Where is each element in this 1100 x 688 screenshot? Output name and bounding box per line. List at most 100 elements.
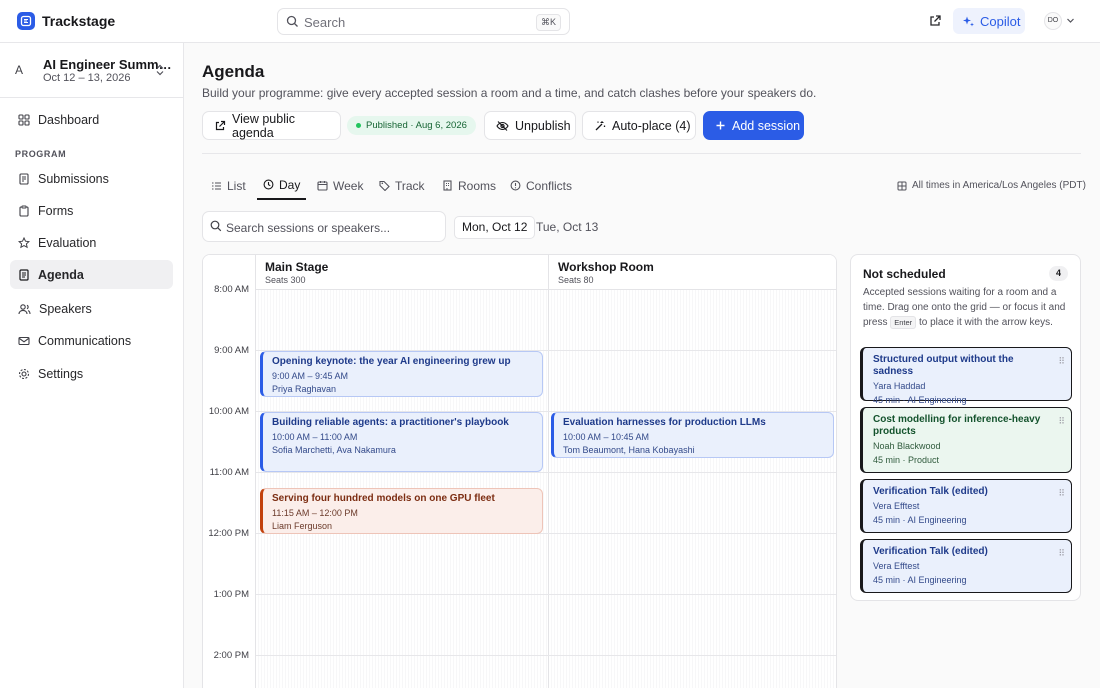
session-speaker: Yara Haddad: [873, 381, 926, 391]
session-card[interactable]: Opening keynote: the year AI engineering…: [260, 351, 543, 397]
unscheduled-count-badge: 4: [1049, 266, 1068, 281]
session-speaker: Vera Efftest: [873, 561, 920, 571]
enter-kbd: Enter: [890, 316, 917, 329]
session-speakers: Tom Beaumont, Hana Kobayashi: [563, 445, 695, 455]
sidebar-item-speakers[interactable]: Speakers: [10, 294, 173, 323]
calendar-icon: [317, 180, 328, 191]
session-time: 10:00 AM – 10:45 AM: [563, 432, 650, 442]
session-title: Cost modelling for inference-heavy produ…: [873, 414, 1041, 437]
unscheduled-session-card[interactable]: Structured output without the sadness Ya…: [860, 347, 1072, 405]
sidebar-item-forms[interactable]: Forms: [10, 196, 173, 225]
hour-line: [256, 655, 836, 656]
session-meta: 45 min · AI Engineering: [873, 395, 967, 405]
status-badge: Published · Aug 6, 2026: [347, 116, 476, 135]
unscheduled-session-card[interactable]: Verification Talk (edited) Vera Efftest …: [860, 539, 1072, 593]
gear-icon: [18, 368, 30, 380]
status-badge-label: Published · Aug 6, 2026: [366, 120, 467, 131]
event-initial: A: [15, 63, 24, 77]
sidebar-item-settings[interactable]: Settings: [10, 359, 173, 388]
sidebar-item-label: Submissions: [38, 171, 109, 186]
dashboard-icon: [18, 113, 30, 126]
hour-line: [256, 472, 836, 473]
drag-handle-icon[interactable]: ⠿: [1058, 356, 1065, 367]
room-header-workshop: Workshop Room Seats 80: [548, 255, 836, 290]
app-name[interactable]: Trackstage: [42, 13, 115, 29]
tab-conflicts[interactable]: Conflicts: [510, 171, 572, 200]
session-card[interactable]: Serving four hundred models on one GPU f…: [260, 488, 543, 534]
status-dot: [356, 123, 361, 128]
unscheduled-description: Accepted sessions waiting for a room and…: [863, 285, 1073, 330]
drag-handle-icon[interactable]: ⠿: [1058, 488, 1065, 499]
unscheduled-session-card[interactable]: Cost modelling for inference-heavy produ…: [860, 407, 1072, 473]
sidebar-item-evaluation[interactable]: Evaluation: [10, 228, 173, 257]
clock-icon: [263, 179, 274, 190]
sidebar-item-label: Settings: [38, 366, 84, 381]
tab-track[interactable]: Track: [379, 171, 425, 200]
main-content: Agenda Build your programme: give every …: [184, 43, 1100, 688]
plus-icon: [715, 120, 726, 131]
globe-grid-icon: [897, 181, 907, 191]
time-label: 9:00 AM: [214, 345, 249, 356]
sidebar-item-submissions[interactable]: Submissions: [10, 164, 173, 193]
sidebar-item-communications[interactable]: Communications: [10, 326, 173, 355]
add-session-button[interactable]: Add session: [703, 111, 804, 140]
tab-label: Week: [333, 178, 364, 193]
top-bar: Trackstage Search ⌘K Copilot DO: [0, 0, 1100, 43]
search-shortcut-kbd: ⌘K: [535, 14, 561, 31]
user-avatar[interactable]: DO: [1044, 12, 1062, 30]
tab-day[interactable]: Day: [257, 171, 306, 200]
tab-rooms[interactable]: Rooms: [442, 171, 496, 200]
mail-icon: [18, 335, 30, 347]
tab-label: Conflicts: [526, 178, 573, 193]
tab-week[interactable]: Week: [317, 171, 363, 200]
day-tab-tue[interactable]: Tue, Oct 13: [529, 216, 605, 239]
session-time: 11:15 AM – 12:00 PM: [272, 508, 358, 518]
global-search-input[interactable]: Search ⌘K: [277, 8, 570, 35]
nav-group-label: PROGRAM: [15, 149, 67, 159]
trackstage-logo-icon[interactable]: [17, 12, 35, 30]
view-public-agenda-button[interactable]: View public agenda: [202, 111, 341, 140]
session-title: Evaluation harnesses for production LLMs: [563, 417, 766, 428]
session-title: Verification Talk (edited): [873, 546, 988, 557]
search-placeholder: Search: [304, 15, 346, 30]
session-title: Serving four hundred models on one GPU f…: [272, 493, 495, 504]
unpublish-button[interactable]: Unpublish: [484, 111, 576, 140]
session-card[interactable]: Evaluation harnesses for production LLMs…: [551, 412, 834, 458]
session-meta: 45 min · AI Engineering: [873, 575, 967, 585]
session-time: 10:00 AM – 11:00 AM: [272, 432, 358, 442]
timezone-label: All times in America/Los Angeles (PDT): [912, 180, 1086, 191]
sidebar-item-dashboard[interactable]: Dashboard: [10, 105, 173, 134]
forms-icon: [18, 205, 30, 217]
hour-line: [256, 594, 836, 595]
tab-label: Day: [279, 177, 301, 192]
tab-list[interactable]: List: [211, 171, 246, 200]
room-seats: Seats 80: [558, 275, 594, 285]
session-search-input[interactable]: Search sessions or speakers...: [202, 211, 446, 242]
drag-handle-icon[interactable]: ⠿: [1058, 416, 1065, 427]
chevron-up-down-icon: [155, 64, 165, 76]
chevron-down-icon[interactable]: [1066, 16, 1075, 25]
sidebar-item-label: Forms: [38, 203, 74, 218]
room-name: Main Stage: [265, 260, 329, 274]
unscheduled-session-card[interactable]: Verification Talk (edited) Vera Efftest …: [860, 479, 1072, 533]
session-title: Building reliable agents: a practitioner…: [272, 417, 509, 428]
external-link-icon: [214, 120, 226, 132]
external-link-icon[interactable]: [928, 14, 942, 28]
event-switcher[interactable]: A AI Engineer Summ… Oct 12 – 13, 2026: [0, 43, 184, 98]
session-search-placeholder: Search sessions or speakers...: [226, 221, 391, 235]
magic-wand-icon: [594, 120, 606, 132]
sparkle-icon: [962, 15, 975, 28]
button-label: Unpublish: [515, 118, 571, 133]
drag-handle-icon[interactable]: ⠿: [1058, 548, 1065, 559]
copilot-button[interactable]: Copilot: [953, 8, 1025, 34]
building-icon: [442, 180, 453, 191]
copilot-label: Copilot: [980, 13, 1021, 29]
session-card[interactable]: Building reliable agents: a practitioner…: [260, 412, 543, 472]
day-tab-mon[interactable]: Mon, Oct 12: [454, 216, 536, 239]
event-dates: Oct 12 – 13, 2026: [43, 72, 131, 84]
button-label: View public agenda: [232, 111, 296, 140]
time-column: 8:00 AM 9:00 AM 10:00 AM 11:00 AM 12:00 …: [203, 255, 256, 688]
sidebar-item-agenda[interactable]: Agenda: [10, 260, 173, 289]
room-name: Workshop Room: [558, 260, 654, 274]
auto-place-button[interactable]: Auto-place (4): [582, 111, 696, 140]
